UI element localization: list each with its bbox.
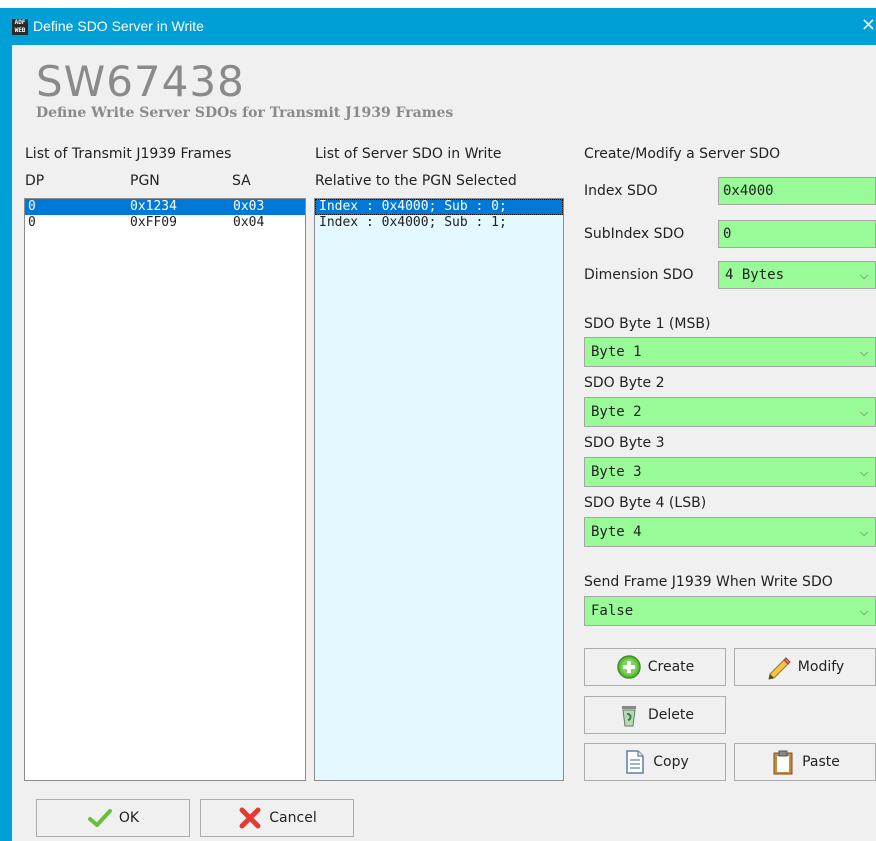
recycle-bin-icon	[622, 706, 636, 727]
red-x-icon	[239, 807, 261, 829]
create-button[interactable]: Create	[584, 648, 726, 686]
transmit-frames-label: List of Transmit J1939 Frames	[25, 146, 232, 162]
cancel-button-label: Cancel	[269, 810, 317, 826]
plus-circle-icon	[616, 655, 641, 679]
sdo-byte3-select[interactable]: Byte 3 ⌵	[584, 457, 876, 487]
list-item-label: Index : 0x4000; Sub : 1;	[319, 215, 507, 230]
dimension-sdo-value: 4 Bytes	[725, 267, 785, 283]
sdo-byte4-value: Byte 4	[591, 524, 642, 540]
table-row[interactable]: 0 0x1234 0x03	[25, 199, 305, 215]
subindex-sdo-field[interactable]: 0	[718, 220, 876, 248]
chevron-down-icon: ⌵	[859, 526, 869, 539]
dimension-sdo-select[interactable]: 4 Bytes ⌵	[718, 261, 876, 289]
chevron-down-icon: ⌵	[859, 346, 869, 359]
checkmark-icon	[87, 809, 112, 827]
list-item[interactable]: Index : 0x4000; Sub : 0;	[315, 199, 563, 215]
transmit-frames-list[interactable]: 0 0x1234 0x03 0 0xFF09 0x04	[24, 198, 306, 781]
sdo-byte1-label: SDO Byte 1 (MSB)	[584, 316, 711, 332]
title-bar[interactable]: ADF WEB Define SDO Server in Write ×	[0, 8, 876, 45]
ok-button-label: OK	[118, 810, 140, 826]
send-frame-value: False	[591, 603, 634, 619]
server-sdo-list-sublabel: Relative to the PGN Selected	[315, 173, 517, 189]
cancel-button[interactable]: Cancel	[200, 799, 354, 837]
index-sdo-field[interactable]: 0x4000	[718, 177, 876, 205]
cell-pgn: 0xFF09	[130, 215, 177, 230]
sdo-byte4-select[interactable]: Byte 4 ⌵	[584, 517, 876, 547]
copy-button[interactable]: Copy	[584, 743, 726, 781]
copy-document-icon	[626, 750, 644, 774]
sdo-byte3-label: SDO Byte 3	[584, 435, 665, 451]
product-subtitle: Define Write Server SDOs for Transmit J1…	[36, 105, 454, 121]
product-title: SW67438	[36, 57, 245, 106]
index-sdo-label: Index SDO	[584, 183, 658, 199]
cell-pgn: 0x1234	[130, 199, 177, 214]
column-pgn: PGN	[130, 173, 160, 189]
sdo-byte2-value: Byte 2	[591, 404, 642, 420]
cell-sa: 0x04	[233, 215, 265, 230]
create-modify-label: Create/Modify a Server SDO	[584, 146, 781, 162]
server-sdo-list-label: List of Server SDO in Write	[315, 146, 502, 162]
delete-button-label: Delete	[648, 707, 694, 723]
modify-button[interactable]: Modify	[734, 648, 876, 686]
send-frame-label: Send Frame J1939 When Write SDO	[584, 574, 833, 590]
close-icon[interactable]: ×	[861, 14, 876, 35]
modify-button-label: Modify	[797, 659, 845, 675]
window-title: Define SDO Server in Write	[33, 18, 204, 34]
window-left-border	[0, 45, 12, 841]
subindex-sdo-label: SubIndex SDO	[584, 226, 685, 242]
chevron-down-icon: ⌵	[859, 466, 869, 479]
delete-button[interactable]: Delete	[584, 696, 726, 734]
pencil-icon	[768, 657, 791, 680]
sdo-byte1-value: Byte 1	[591, 344, 642, 360]
chevron-down-icon: ⌵	[859, 269, 869, 282]
paste-button[interactable]: Paste	[734, 743, 876, 781]
server-sdo-list[interactable]: Index : 0x4000; Sub : 0; Index : 0x4000;…	[314, 198, 564, 781]
list-item[interactable]: Index : 0x4000; Sub : 1;	[315, 215, 563, 231]
copy-button-label: Copy	[653, 754, 689, 770]
cell-dp: 0	[28, 199, 36, 214]
sdo-byte3-value: Byte 3	[591, 464, 642, 480]
cell-sa: 0x03	[233, 199, 265, 214]
paste-button-label: Paste	[802, 754, 840, 770]
column-sa: SA	[232, 173, 251, 189]
sdo-byte2-label: SDO Byte 2	[584, 375, 665, 391]
create-button-label: Create	[647, 659, 695, 675]
send-frame-select[interactable]: False ⌵	[584, 596, 876, 626]
dimension-sdo-label: Dimension SDO	[584, 267, 694, 283]
cell-dp: 0	[28, 215, 36, 230]
sdo-byte4-label: SDO Byte 4 (LSB)	[584, 495, 707, 511]
chevron-down-icon: ⌵	[859, 605, 869, 618]
sdo-byte2-select[interactable]: Byte 2 ⌵	[584, 397, 876, 427]
chevron-down-icon: ⌵	[859, 406, 869, 419]
adfweb-icon: ADF WEB	[12, 19, 28, 35]
ok-button[interactable]: OK	[36, 799, 190, 837]
sdo-byte1-select[interactable]: Byte 1 ⌵	[584, 337, 876, 367]
column-dp: DP	[25, 173, 45, 189]
list-item-label: Index : 0x4000; Sub : 0;	[319, 199, 507, 214]
table-row[interactable]: 0 0xFF09 0x04	[25, 215, 305, 231]
clipboard-icon	[773, 750, 793, 775]
